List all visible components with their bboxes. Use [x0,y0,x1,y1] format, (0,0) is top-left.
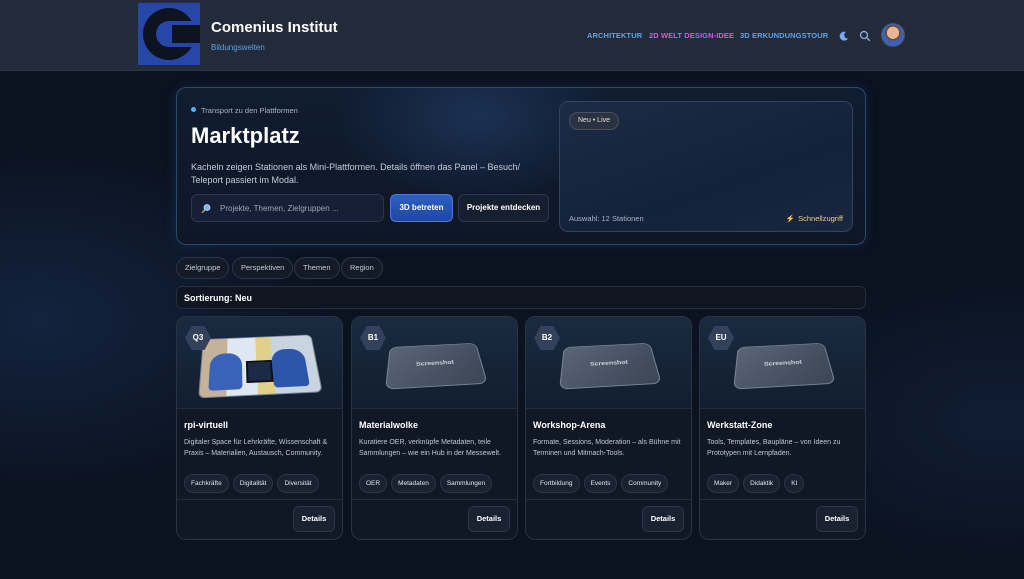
tag-list: Fortbildung Events Community [533,474,669,493]
search-icon [201,204,211,214]
card-description: Digitaler Space für Lehrkräfte, Wissensc… [184,439,328,457]
filter-themen[interactable]: Themen [294,257,340,279]
details-button[interactable]: Details [816,506,858,532]
tag[interactable]: Digitalität [232,474,274,493]
top-header: Comenius Institut Bildungswelten ARCHITE… [0,0,1024,71]
card-description: Tools, Templates, Baupläne – von Ideen z… [707,439,841,457]
discover-projects-button[interactable]: Projekte entdecken [458,194,549,222]
divider [526,499,691,500]
filter-zielgruppe[interactable]: Zielgruppe [176,257,230,279]
filter-perspektiven[interactable]: Perspektiven [232,257,294,279]
search-icon[interactable] [859,30,871,42]
screenshot-tile: Screenshot [385,342,488,390]
hero-kicker: Transport zu den Plattformen [191,106,298,115]
nav-2d-welt[interactable]: 2D WELT DESIGN-IDEE [649,31,734,40]
divider [352,499,517,500]
tag-list: OER Metadaten Sammlungen [359,474,493,493]
hero-kicker-text: Transport zu den Plattformen [201,106,298,115]
card-title: Werkstatt-Zone [707,420,773,430]
tag[interactable]: Fachkräfte [184,474,229,493]
divider [700,499,865,500]
station-card[interactable]: Screenshot B1 Materialwolke Kuratiere OE… [351,316,518,540]
details-button[interactable]: Details [468,506,510,532]
brand-title[interactable]: Comenius Institut [211,19,338,36]
selection-count: Auswahl: 12 Stationen [569,214,644,223]
brand-subtitle: Bildungswelten [211,43,265,52]
tile-label: Screenshot [415,359,455,368]
divider [177,499,342,500]
tag[interactable]: Events [583,474,618,493]
tag[interactable]: Maker [707,474,740,493]
station-code-badge: B1 [360,326,386,350]
filter-region[interactable]: Region [341,257,383,279]
status-dot-icon [191,107,196,112]
card-thumbnail: Screenshot B1 [352,317,517,409]
station-code-badge: B2 [534,326,560,350]
station-card[interactable]: Screenshot B2 Workshop-Arena Formate, Se… [525,316,692,540]
tag[interactable]: Diversität [277,474,319,493]
tag[interactable]: KI [784,474,805,493]
station-card[interactable]: Screenshot EU Werkstatt-Zone Tools, Temp… [699,316,866,540]
tag[interactable]: Didaktik [743,474,781,493]
tag-list: Maker Didaktik KI [707,474,805,493]
station-card[interactable]: Q3 rpi-virtuell Digitaler Space für Lehr… [176,316,343,540]
nav-architektur[interactable]: ARCHITEKTUR [587,31,642,40]
card-thumbnail: Screenshot EU [700,317,865,409]
logo-c-icon [143,8,200,60]
card-description: Kuratiere OER, verknüpfe Metadaten, teil… [359,439,502,457]
tag[interactable]: Metadaten [391,474,436,493]
details-button[interactable]: Details [642,506,684,532]
tag[interactable]: Sammlungen [439,474,493,493]
sort-bar[interactable]: Sortierung: Neu [176,286,866,309]
bolt-icon: ⚡ [785,214,796,223]
page-title: Marktplatz [191,123,300,148]
search-placeholder: Projekte, Themen, Zielgruppen ... [220,204,339,213]
quick-access-label: Schnellzugriff [798,214,843,223]
tag[interactable]: Fortbildung [533,474,580,493]
station-code-badge: EU [708,326,734,350]
details-button[interactable]: Details [293,506,335,532]
logo[interactable] [138,3,200,65]
hero-description: Kacheln zeigen Stationen als Mini-Plattf… [191,162,521,185]
nav-3d-tour[interactable]: 3D ERKUNDUNGSTOUR [740,31,828,40]
hero-panel: Transport zu den Plattformen Marktplatz … [176,87,866,245]
card-title: Materialwolke [359,420,419,430]
card-description: Formate, Sessions, Moderation – als Bühn… [533,439,681,457]
enter-3d-button[interactable]: 3D betreten [390,194,453,222]
card-title: Workshop-Arena [533,420,606,430]
tag[interactable]: OER [359,474,388,493]
theme-moon-icon[interactable] [838,30,850,42]
tag-list: Fachkräfte Digitalität Diversität [184,474,319,493]
search-input[interactable]: Projekte, Themen, Zielgruppen ... [191,194,384,222]
project-photo [198,334,323,399]
card-thumbnail: Screenshot B2 [526,317,691,409]
card-title: rpi-virtuell [184,420,229,430]
screenshot-tile: Screenshot [733,342,836,390]
tile-label: Screenshot [589,359,629,368]
user-avatar[interactable] [881,23,905,47]
preview-panel[interactable]: Neu • Live Auswahl: 12 Stationen ⚡ Schnel… [559,101,853,232]
live-badge: Neu • Live [569,112,620,130]
quick-access-link[interactable]: ⚡ Schnellzugriff [786,214,843,223]
screenshot-tile: Screenshot [559,342,662,390]
tile-label: Screenshot [763,359,803,368]
tag[interactable]: Community [621,474,669,493]
card-thumbnail: Q3 [177,317,342,409]
